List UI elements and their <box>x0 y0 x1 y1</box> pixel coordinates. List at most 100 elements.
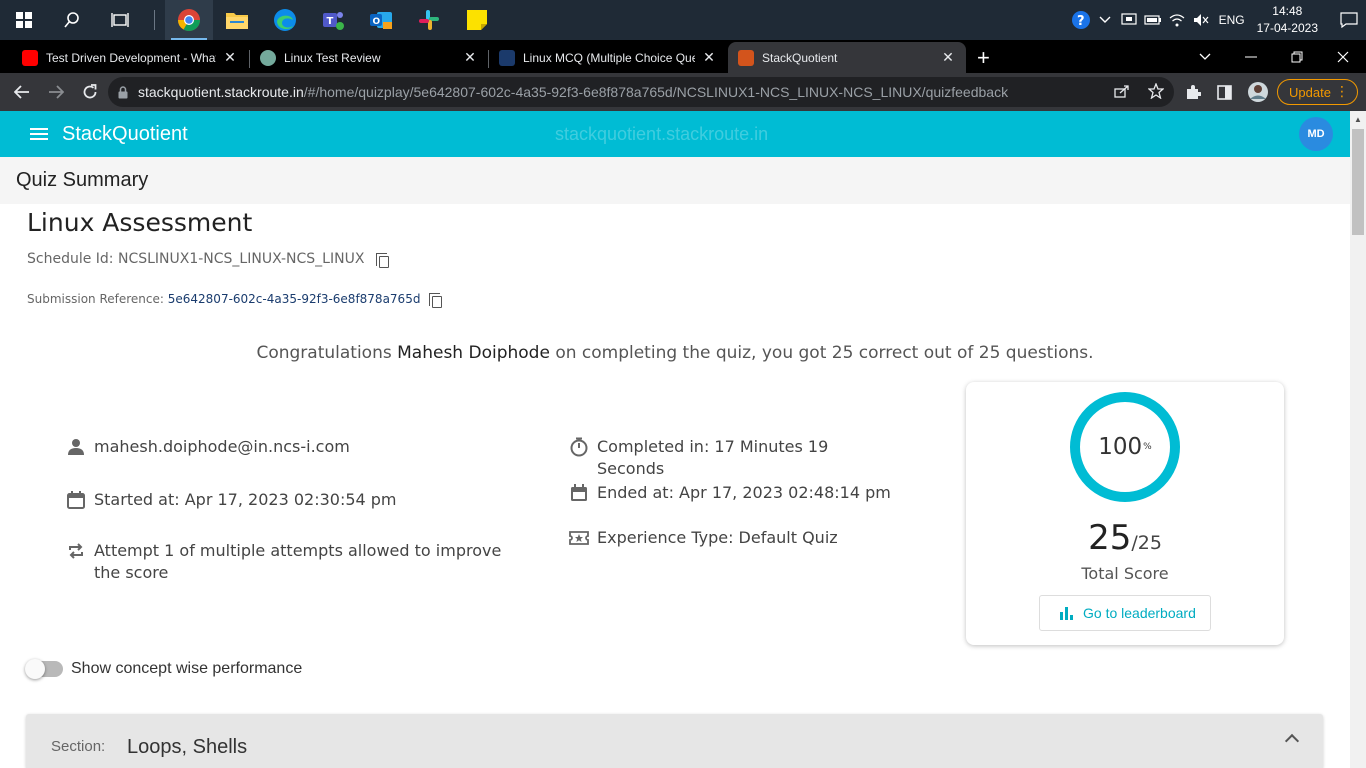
clock-date: 17-04-2023 <box>1256 21 1318 35</box>
battery-icon[interactable] <box>1141 0 1165 40</box>
reload-icon[interactable] <box>74 76 106 108</box>
slack-icon[interactable] <box>405 0 453 40</box>
search-icon[interactable] <box>48 0 96 40</box>
scroll-up-icon[interactable]: ▲ <box>1350 111 1366 128</box>
attempt-info: Attempt 1 of multiple attempts allowed t… <box>69 540 514 584</box>
svg-text:T: T <box>327 16 334 27</box>
copy-submission-icon[interactable] <box>429 293 442 308</box>
svg-text:O: O <box>373 17 381 27</box>
concept-performance-toggle[interactable] <box>25 659 63 679</box>
leaderboard-label: Go to leaderboard <box>1083 605 1196 621</box>
forward-icon[interactable] <box>40 76 72 108</box>
edge-icon[interactable] <box>261 0 309 40</box>
quiz-summary-header: Quiz Summary <box>0 157 1350 204</box>
tab-sanfoundry[interactable]: Linux MCQ (Multiple Choice Que ✕ <box>489 42 727 73</box>
task-view-icon[interactable] <box>96 0 144 40</box>
chevron-up-icon[interactable] <box>1284 733 1300 749</box>
sanfoundry-icon <box>499 49 515 66</box>
submission-reference: Submission Reference: 5e642807-602c-4a35… <box>27 292 420 306</box>
tab-youtube[interactable]: Test Driven Development - What ✕ <box>12 42 248 73</box>
timer-icon <box>570 437 588 457</box>
submission-label: Submission Reference: <box>27 292 168 306</box>
tab-chatgpt[interactable]: Linux Test Review ✕ <box>250 42 488 73</box>
toggle-knob[interactable] <box>25 659 45 679</box>
outlook-icon[interactable]: O <box>357 0 405 40</box>
help-icon[interactable]: ? <box>1069 0 1093 40</box>
windows-start-icon[interactable] <box>0 0 48 40</box>
update-button[interactable]: Update ⋮ <box>1277 79 1358 105</box>
clock[interactable]: 14:48 17-04-2023 <box>1257 3 1318 37</box>
schedule-value: NCSLINUX1-NCS_LINUX-NCS_LINUX <box>117 251 365 267</box>
address-bar[interactable]: stackquotient.stackroute.in/#/home/quizp… <box>108 77 1174 107</box>
share-icon[interactable] <box>1114 84 1130 101</box>
extensions-icon[interactable] <box>1185 73 1201 111</box>
email-text: mahesh.doiphode@in.ncs-i.com <box>94 437 350 456</box>
tab-title: Linux MCQ (Multiple Choice Que <box>523 50 695 65</box>
app-header: StackQuotient stackquotient.stackroute.i… <box>0 111 1350 157</box>
section-panel[interactable]: Section: Loops, Shells <box>26 714 1323 768</box>
score-percent-ring: 100% <box>1070 392 1180 502</box>
tab-title: StackQuotient <box>762 50 838 65</box>
close-tab-icon[interactable]: ✕ <box>940 49 956 66</box>
browser-tab-strip: Test Driven Development - What ✕ Linux T… <box>0 40 1366 73</box>
chevron-up-icon[interactable] <box>1093 0 1117 40</box>
copy-schedule-icon[interactable] <box>376 253 389 268</box>
clock-time: 14:48 <box>1272 4 1303 18</box>
back-icon[interactable] <box>6 76 38 108</box>
notification-icon[interactable] <box>1332 12 1366 28</box>
schedule-id: Schedule Id: NCSLINUX1-NCS_LINUX-NCS_LIN… <box>27 251 364 267</box>
volume-muted-icon[interactable] <box>1189 0 1213 40</box>
url-path: /#/home/quizplay/5e642807-602c-4a35-92f3… <box>303 84 1009 100</box>
more-options-icon[interactable]: ⋮ <box>1335 83 1349 100</box>
tab-search-icon[interactable] <box>1182 40 1228 73</box>
email-info: mahesh.doiphode@in.ncs-i.com <box>68 436 514 458</box>
started-info: Started at: Apr 17, 2023 02:30:54 pm <box>67 489 514 511</box>
page-scrollbar[interactable]: ▲ <box>1350 111 1366 768</box>
chrome-taskbar-icon[interactable] <box>165 0 213 40</box>
leaderboard-button[interactable]: Go to leaderboard <box>1039 595 1211 631</box>
congratulations-message: Congratulations Mahesh Doiphode on compl… <box>0 343 1350 363</box>
language-indicator[interactable]: ENG <box>1219 13 1245 27</box>
teams-icon[interactable]: T <box>309 0 357 40</box>
ended-info: Ended at: Apr 17, 2023 02:48:14 pm <box>571 482 897 504</box>
tab-title: Test Driven Development - What <box>46 50 216 65</box>
bookmark-star-icon[interactable] <box>1147 81 1165 102</box>
minimize-icon[interactable] <box>1228 40 1274 73</box>
close-tab-icon[interactable]: ✕ <box>222 49 238 66</box>
wifi-icon[interactable] <box>1165 0 1189 40</box>
app-brand[interactable]: StackQuotient <box>62 123 188 146</box>
score-correct: 25 <box>1088 518 1132 558</box>
chatgpt-icon <box>260 49 276 66</box>
lock-icon[interactable] <box>118 85 128 99</box>
restore-icon[interactable] <box>1274 40 1320 73</box>
attempt-text: Attempt 1 of multiple attempts allowed t… <box>94 541 502 582</box>
profile-avatar-icon[interactable] <box>1247 73 1269 111</box>
windows-taskbar: T O ? ENG 14:48 17-04-2023 <box>0 0 1366 40</box>
repeat-icon <box>69 543 83 559</box>
taskbar-divider <box>154 10 155 30</box>
page-heading: Quiz Summary <box>16 169 149 191</box>
new-tab-icon[interactable]: + <box>977 45 990 71</box>
system-tray: ? ENG 14:48 17-04-2023 <box>1069 0 1366 40</box>
user-name: Mahesh Doiphode <box>397 343 550 363</box>
display-icon[interactable] <box>1117 0 1141 40</box>
hamburger-menu-icon[interactable] <box>30 128 48 140</box>
score-value: 25/25 <box>966 518 1284 558</box>
started-text: Started at: Apr 17, 2023 02:30:54 pm <box>94 490 397 509</box>
completed-text: Completed in: 17 Minutes 19 Seconds <box>597 437 829 478</box>
tab-stackquotient[interactable]: StackQuotient ✕ <box>728 42 966 73</box>
toggle-label[interactable]: Show concept wise performance <box>71 660 302 678</box>
user-avatar[interactable]: MD <box>1299 117 1333 151</box>
close-window-icon[interactable] <box>1320 40 1366 73</box>
scrollbar-thumb[interactable] <box>1352 129 1364 235</box>
close-tab-icon[interactable]: ✕ <box>462 49 478 66</box>
close-tab-icon[interactable]: ✕ <box>701 49 717 66</box>
sticky-notes-icon[interactable] <box>453 0 501 40</box>
schedule-label: Schedule Id: <box>27 251 118 267</box>
url-host: stackquotient.stackroute.in <box>138 84 304 100</box>
svg-text:?: ? <box>1077 14 1085 29</box>
section-value: Loops, Shells <box>127 736 248 758</box>
file-explorer-icon[interactable] <box>213 0 261 40</box>
congrats-suffix: on completing the quiz, you got 25 corre… <box>549 343 1094 363</box>
side-panel-icon[interactable] <box>1217 73 1232 111</box>
